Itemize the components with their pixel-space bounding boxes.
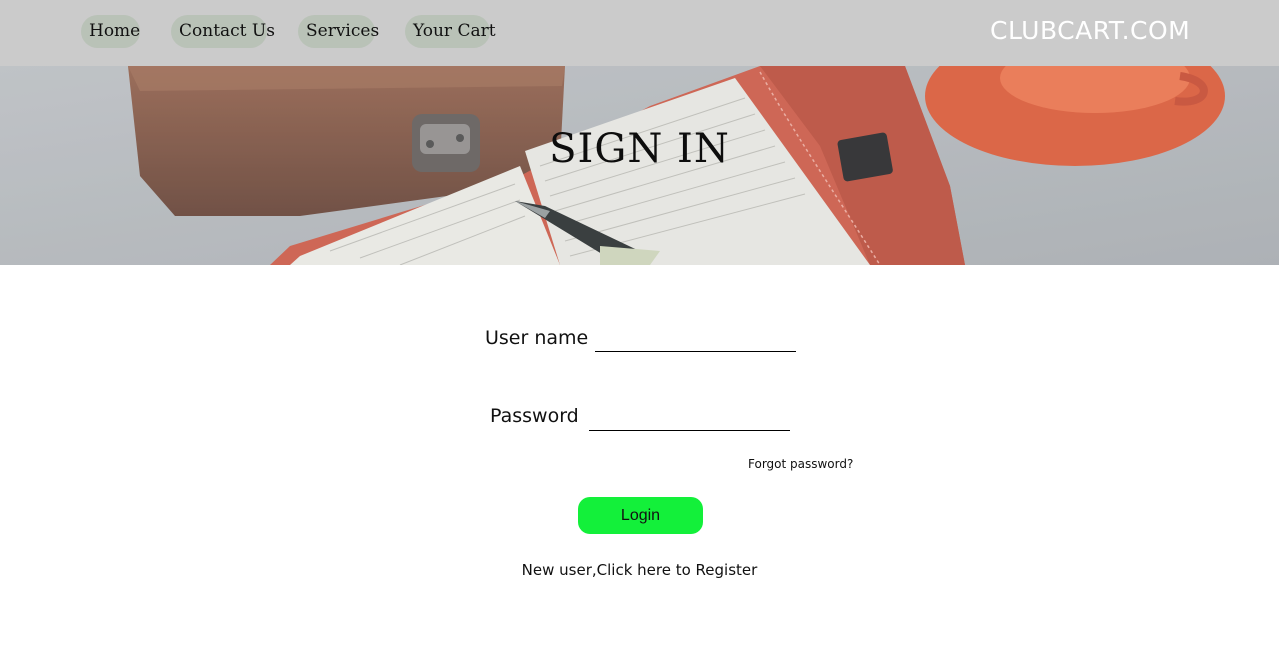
- brand-logo-text: CLUBCART.COM: [990, 16, 1191, 45]
- page-title: SIGN IN: [549, 126, 730, 172]
- register-link[interactable]: New user,Click here to Register: [0, 561, 1279, 579]
- password-input[interactable]: [589, 404, 790, 431]
- nav-contact-us-link[interactable]: Contact Us: [171, 15, 275, 48]
- password-label: Password: [490, 405, 579, 427]
- login-button[interactable]: Login: [578, 497, 703, 534]
- username-input[interactable]: [595, 325, 796, 352]
- hero-banner: SIGN IN: [0, 66, 1279, 265]
- nav-your-cart-link[interactable]: Your Cart: [405, 15, 496, 48]
- username-label: User name: [485, 327, 589, 349]
- forgot-password-link[interactable]: Forgot password?: [748, 457, 853, 471]
- nav-services-link[interactable]: Services: [298, 15, 379, 48]
- nav-home-link[interactable]: Home: [81, 15, 140, 48]
- top-navigation-bar: Home Contact Us Services Your Cart CLUBC…: [0, 0, 1279, 66]
